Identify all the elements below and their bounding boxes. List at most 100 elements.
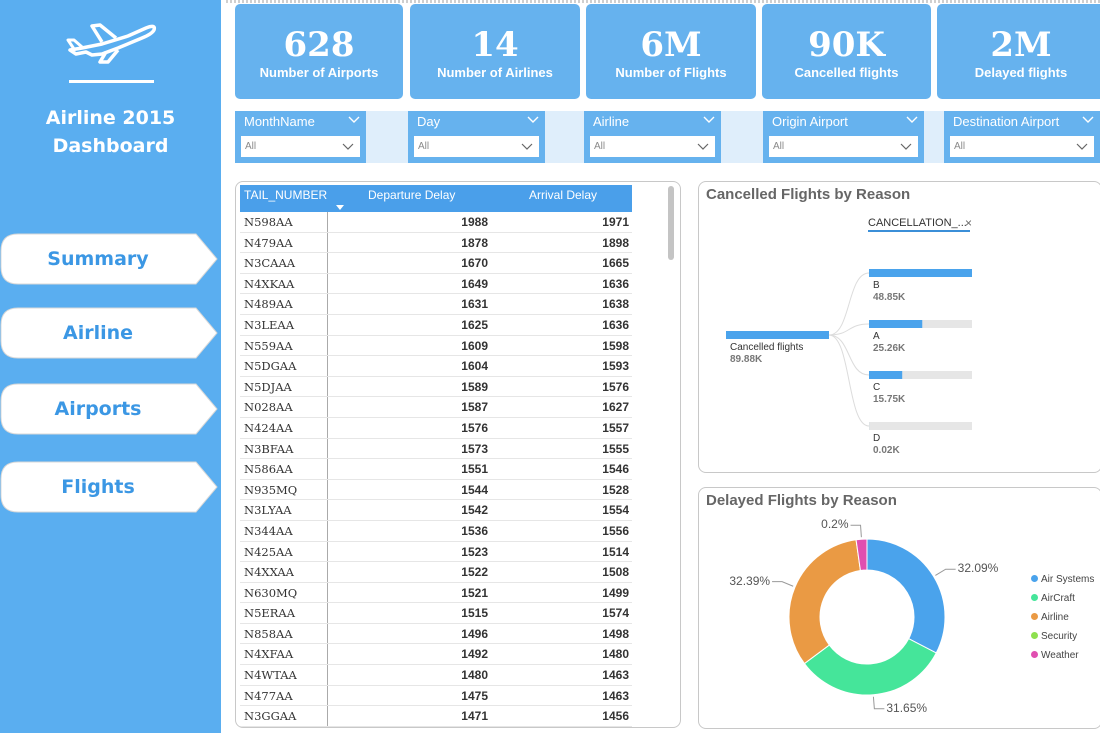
donut-slice-air-systems[interactable] — [866, 538, 946, 654]
legend-item[interactable]: Airline — [1031, 611, 1069, 625]
slicer-origin-airport: Origin Airport All — [763, 111, 924, 163]
nav-airports-button[interactable]: Airports — [0, 383, 218, 435]
cell-tail-number: N4XXAA — [244, 565, 294, 580]
nav-airline-button[interactable]: Airline — [0, 307, 218, 359]
legend-label: Air Systems — [1041, 574, 1095, 585]
sort-descending-icon[interactable] — [336, 205, 344, 210]
cell-arrival-delay: 1576 — [602, 379, 629, 394]
nav-flights-button[interactable]: Flights — [0, 461, 218, 513]
column-header-arrival-delay[interactable]: Arrival Delay — [529, 188, 597, 202]
table-row[interactable]: N344AA 1536 1556 — [240, 521, 632, 542]
table-body: N598AA 1988 1971 N479AA 1878 1898 N3CAAA 1670 16… — [240, 212, 632, 727]
cell-tail-number: N586AA — [244, 462, 293, 477]
slicer-title: Destination Airport — [953, 114, 1060, 129]
cell-arrival-delay: 1557 — [602, 420, 629, 435]
table-row[interactable]: N489AA 1631 1638 — [240, 294, 632, 315]
cell-departure-delay: 1587 — [461, 400, 488, 415]
slicer-dropdown[interactable]: All — [769, 136, 918, 157]
chevron-down-icon[interactable] — [1082, 114, 1094, 124]
cell-tail-number: N028AA — [244, 400, 293, 415]
slicer-value: All — [594, 141, 606, 152]
chevron-down-icon[interactable] — [906, 114, 918, 124]
delay-table-card: TAIL_NUMBER Departure Delay Arrival Dela… — [235, 181, 681, 728]
slicer-title: Origin Airport — [772, 114, 848, 129]
table-row[interactable]: N559AA 1609 1598 — [240, 336, 632, 357]
cell-tail-number: N935MQ — [244, 482, 298, 497]
cell-arrival-delay: 1480 — [602, 647, 629, 662]
node-bar[interactable] — [869, 269, 972, 277]
slicer-dropdown[interactable]: All — [950, 136, 1094, 157]
cell-tail-number: N630MQ — [244, 585, 298, 600]
table-row[interactable]: N4XKAA 1649 1636 — [240, 274, 632, 295]
table-row[interactable]: N598AA 1988 1971 — [240, 212, 632, 233]
legend-marker — [1031, 593, 1038, 601]
chevron-down-icon — [342, 143, 354, 150]
table-row[interactable]: N5DGAA 1604 1593 — [240, 356, 632, 377]
cell-tail-number: N3LYAA — [244, 503, 292, 518]
legend-item[interactable]: Air Systems — [1031, 573, 1094, 587]
table-row[interactable]: N425AA 1523 1514 — [240, 542, 632, 563]
node-bar[interactable] — [869, 371, 903, 379]
nav-summary-button[interactable]: Summary — [0, 233, 218, 285]
column-header-departure-delay[interactable]: Departure Delay — [368, 188, 455, 202]
table-row[interactable]: N5ERAA 1515 1574 — [240, 603, 632, 624]
cell-tail-number: N344AA — [244, 523, 293, 538]
slicer-dropdown[interactable]: All — [414, 136, 539, 157]
slicer-dropdown[interactable]: All — [241, 136, 360, 157]
kpi-value: 2M — [990, 25, 1052, 65]
cell-tail-number: N559AA — [244, 338, 293, 353]
node-bar[interactable] — [869, 320, 923, 328]
branch-connector — [828, 272, 870, 336]
kpi-card-cancelled: 90K Cancelled flights — [762, 4, 931, 99]
cell-departure-delay: 1573 — [461, 441, 488, 456]
cell-arrival-delay: 1636 — [602, 317, 629, 332]
cell-arrival-delay: 1456 — [602, 709, 629, 724]
table-row[interactable]: N858AA 1496 1498 — [240, 624, 632, 645]
cell-tail-number: N5ERAA — [244, 606, 296, 621]
chevron-down-icon[interactable] — [703, 114, 715, 124]
cell-departure-delay: 1521 — [461, 585, 488, 600]
kpi-card-flights: 6M Number of Flights — [586, 4, 756, 99]
table-row[interactable]: N3GGAA 1471 1456 — [240, 706, 632, 727]
table-row[interactable]: N3BFAA 1573 1555 — [240, 439, 632, 460]
table-scrollbar[interactable] — [668, 186, 674, 260]
cell-tail-number: N5DGAA — [244, 359, 297, 374]
cell-departure-delay: 1609 — [461, 338, 488, 353]
table-row[interactable]: N5DJAA 1589 1576 — [240, 377, 632, 398]
cell-tail-number: N858AA — [244, 626, 293, 641]
table-row[interactable]: N586AA 1551 1546 — [240, 459, 632, 480]
table-row[interactable]: N477AA 1475 1463 — [240, 686, 632, 707]
cell-arrival-delay: 1463 — [602, 668, 629, 683]
table-row[interactable]: N4WTAA 1480 1463 — [240, 665, 632, 686]
column-header-tail-number[interactable]: TAIL_NUMBER — [244, 188, 327, 202]
cell-tail-number: N489AA — [244, 297, 293, 312]
slicer-destination-airport: Destination Airport All — [944, 111, 1100, 163]
kpi-label: Cancelled flights — [794, 65, 899, 80]
table-row[interactable]: N935MQ 1544 1528 — [240, 480, 632, 501]
table-row[interactable]: N479AA 1878 1898 — [240, 233, 632, 254]
table-row[interactable]: N3LYAA 1542 1554 — [240, 500, 632, 521]
node-value: 15.75K — [873, 394, 906, 405]
table-row[interactable]: N630MQ 1521 1499 — [240, 583, 632, 604]
cell-tail-number: N479AA — [244, 235, 293, 250]
cell-arrival-delay: 1463 — [602, 688, 629, 703]
legend-item[interactable]: Security — [1031, 630, 1077, 644]
table-row[interactable]: N4XXAA 1522 1508 — [240, 562, 632, 583]
cancelled-flights-card: Cancelled Flights by Reason CANCELLATION… — [698, 181, 1100, 473]
cell-arrival-delay: 1546 — [602, 462, 629, 477]
legend-item[interactable]: Weather — [1031, 649, 1079, 663]
chevron-down-icon[interactable] — [527, 114, 539, 124]
donut-slice-airline[interactable] — [788, 539, 861, 665]
table-row[interactable]: N424AA 1576 1557 — [240, 418, 632, 439]
table-row[interactable]: N4XFAA 1492 1480 — [240, 644, 632, 666]
cell-arrival-delay: 1508 — [602, 565, 629, 580]
chevron-down-icon[interactable] — [348, 114, 360, 124]
node-value: 25.26K — [873, 343, 906, 354]
table-row[interactable]: N3LEAA 1625 1636 — [240, 315, 632, 336]
table-row[interactable]: N3CAAA 1670 1665 — [240, 253, 632, 274]
slicer-dropdown[interactable]: All — [590, 136, 715, 157]
table-row[interactable]: N028AA 1587 1627 — [240, 397, 632, 418]
root-bar[interactable] — [726, 331, 829, 339]
kpi-value: 628 — [283, 25, 355, 65]
legend-item[interactable]: AirCraft — [1031, 592, 1075, 606]
